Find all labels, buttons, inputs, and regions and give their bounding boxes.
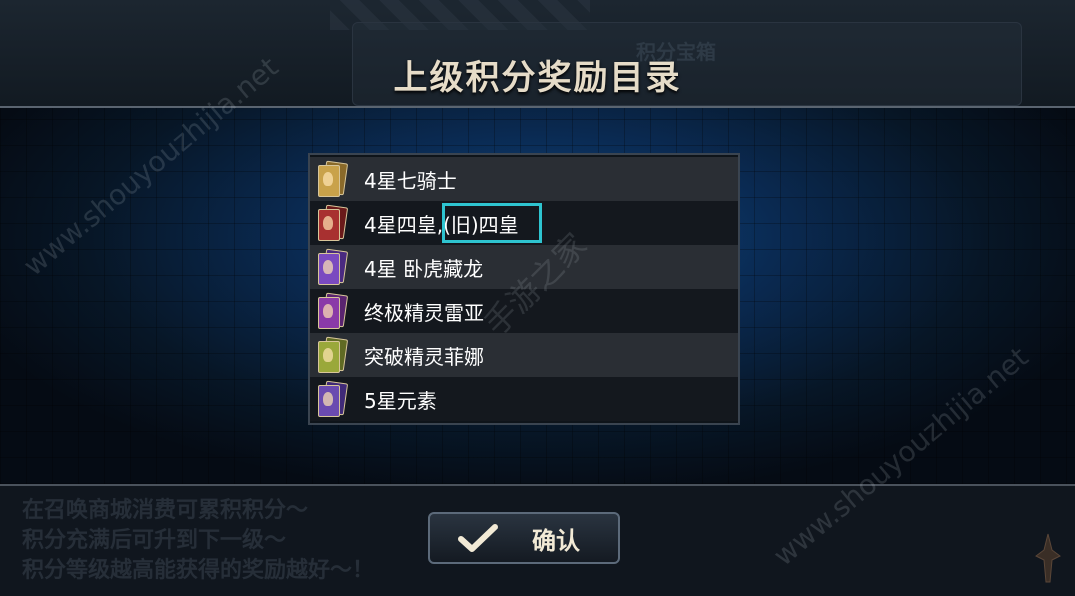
card-icon [318, 204, 349, 241]
check-icon [458, 524, 498, 552]
list-item-label: 5星元素 [364, 388, 437, 413]
tip-line: 在召唤商城消费可累积积分～ [22, 498, 309, 523]
list-item-label: 4星七骑士 [364, 168, 457, 193]
card-icon [318, 248, 349, 285]
card-icon [318, 336, 349, 373]
list-item[interactable]: 5星元素 [310, 377, 738, 421]
highlight-box [442, 203, 542, 243]
tip-line: 积分充满后可升到下一级～ [22, 528, 287, 553]
card-icon [318, 292, 349, 329]
list-item[interactable]: 突破精灵菲娜 [310, 333, 738, 377]
corner-ornament-icon [1035, 533, 1061, 583]
card-icon [318, 160, 349, 197]
tip-line: 积分等级越高能获得的奖励越好～！ [22, 558, 375, 583]
list-item[interactable]: 4星七骑士 [310, 157, 738, 201]
list-item-label: 4星 卧虎藏龙 [364, 256, 484, 281]
list-item-label: 终极精灵雷亚 [364, 300, 484, 325]
confirm-button[interactable]: 确认 [428, 512, 620, 564]
confirm-label: 确认 [532, 526, 580, 555]
dialog-title: 上级积分奖励目录 [393, 58, 682, 98]
list-item-label: 突破精灵菲娜 [364, 344, 484, 369]
card-icon [318, 380, 349, 417]
